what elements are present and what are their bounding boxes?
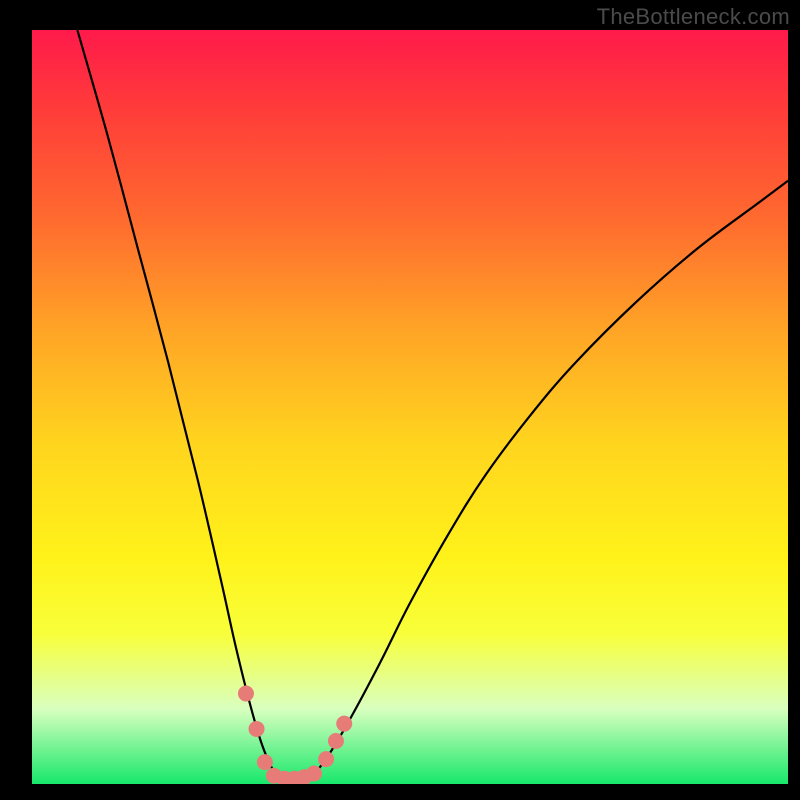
marker-dot <box>328 733 344 749</box>
marker-dot <box>257 754 273 770</box>
watermark-text: TheBottleneck.com <box>597 4 790 30</box>
marker-dot <box>238 686 254 702</box>
marker-dot <box>318 751 334 767</box>
marker-dot <box>336 716 352 732</box>
plot-area <box>32 30 788 784</box>
chart-frame: TheBottleneck.com <box>0 0 800 800</box>
highlight-dots <box>238 686 352 784</box>
bottleneck-curve <box>77 30 788 780</box>
marker-dot <box>306 765 322 781</box>
chart-svg <box>32 30 788 784</box>
marker-dot <box>249 721 265 737</box>
